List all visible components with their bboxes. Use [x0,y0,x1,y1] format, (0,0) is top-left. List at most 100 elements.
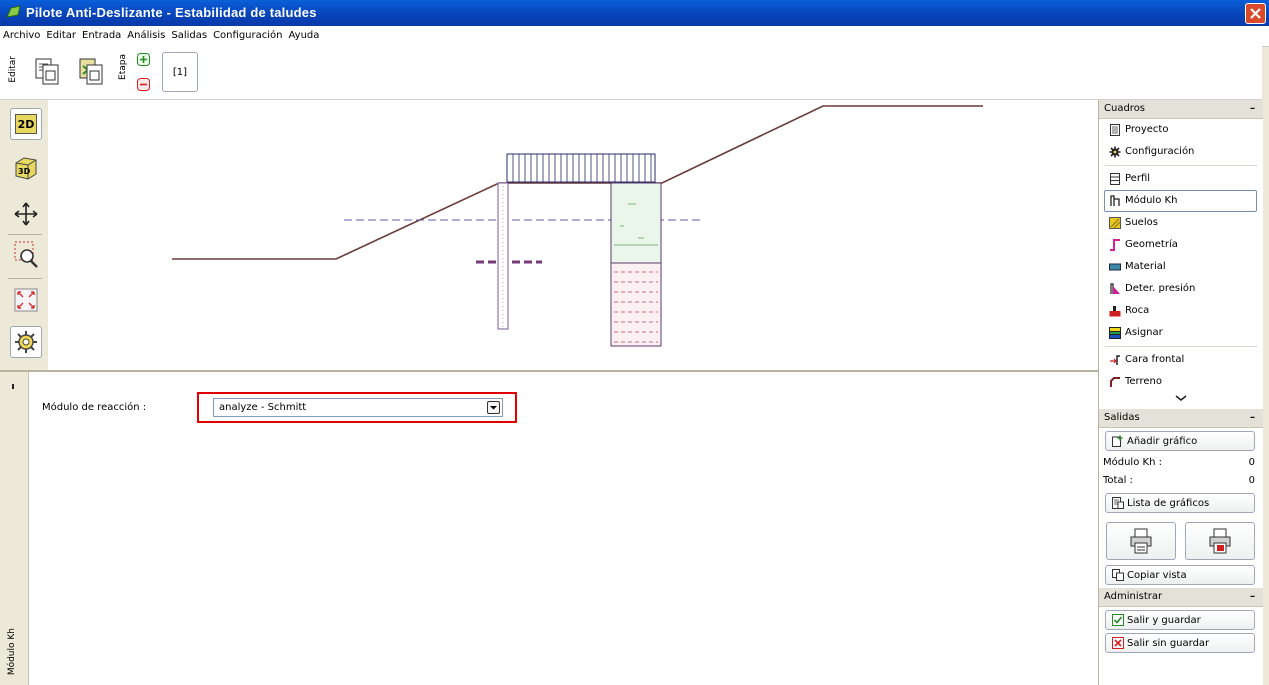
frame-geometria[interactable]: Geometría [1099,234,1263,256]
view-3d-button[interactable]: 3D [10,152,42,184]
print-button[interactable] [1106,522,1176,560]
frame-label: Material [1125,261,1166,272]
rock-icon [1109,306,1121,317]
copy-data-button[interactable] [34,56,60,86]
frame-deter-presion[interactable]: Deter. presión [1099,278,1263,300]
copy-view-button[interactable]: Copiar vista [1105,565,1255,585]
menu-archivo[interactable]: Archivo [0,26,43,41]
frame-label: Configuración [1125,146,1195,157]
profile-icon [1110,173,1120,185]
frame-label: Proyecto [1125,124,1169,135]
copy-view-icon [1112,569,1124,581]
reaction-modulus-select[interactable]: analyze - Schmitt [213,398,503,417]
add-graph-button[interactable]: Añadir gráfico [1105,431,1255,451]
kh-modulus-icon [1110,195,1120,206]
frame-label: Asignar [1125,327,1163,338]
exit-no-save-button[interactable]: Salir sin guardar [1105,633,1255,653]
cube-3d-icon: 3D [15,157,37,180]
output-row-value: 0 [1248,475,1255,486]
add-stage-button[interactable] [137,53,150,69]
salidas-header[interactable]: Salidas – [1099,409,1263,428]
settings-button[interactable] [10,326,42,358]
frame-asignar[interactable]: Asignar [1099,322,1263,344]
graph-list-icon [1112,497,1124,509]
menu-entrada[interactable]: Entrada [79,26,124,41]
menu-editar[interactable]: Editar [43,26,79,41]
pressure-icon [1110,283,1120,294]
frame-modulo-kh[interactable]: Módulo Kh [1104,190,1257,212]
output-row: Total : 0 [1099,472,1263,490]
menu-ayuda[interactable]: Ayuda [285,26,322,41]
view-3d-label: 3D [18,167,31,176]
copy-view-label: Copiar vista [1127,569,1187,581]
frame-suelos[interactable]: Suelos [1099,212,1263,234]
print-export-button[interactable] [1185,522,1255,560]
menu-analisis[interactable]: Análisis [124,26,168,41]
menu-configuracion[interactable]: Configuración [210,26,285,41]
paste-data-button[interactable] [78,56,104,86]
frame-cara-frontal[interactable]: Cara frontal [1099,349,1263,371]
stage-label: Etapa [118,54,128,80]
collapse-icon[interactable]: – [1250,409,1255,427]
minus-icon [137,78,150,91]
administrar-header[interactable]: Administrar – [1099,588,1263,607]
geometry-icon [1110,239,1120,251]
zoom-icon [14,241,38,268]
close-icon [1250,8,1261,19]
dropdown-button[interactable] [487,401,500,414]
fit-view-button[interactable] [10,284,42,316]
paste-icon [79,58,103,85]
material-icon [1109,263,1121,271]
frame-separator [1105,165,1257,166]
close-button[interactable] [1245,3,1266,24]
output-row-label: Módulo Kh : [1103,457,1162,468]
salidas-title: Salidas [1104,412,1140,423]
gear-icon [1109,146,1121,158]
frame-label: Perfil [1125,173,1151,184]
front-face-icon [1110,355,1120,365]
app-icon [6,5,21,18]
frame-configuracion[interactable]: Configuración [1099,141,1263,163]
add-graph-icon [1112,435,1123,447]
title-bar: Pilote Anti-Deslizante - Estabilidad de … [0,0,1269,26]
edit-label: Editar [8,56,18,83]
printer-export-icon [1209,528,1231,554]
view-2d-label: 2D [15,114,37,134]
menu-salidas[interactable]: Salidas [168,26,210,41]
graph-list-button[interactable]: Lista de gráficos [1105,493,1255,513]
frame-terreno[interactable]: Terreno [1099,371,1263,393]
right-panel: Cuadros – Proyecto Configuración Perfil M… [1098,100,1263,685]
copy-icon [35,58,59,85]
terrain-icon [1110,377,1120,387]
view-2d-button[interactable]: 2D [10,108,42,140]
frame-material[interactable]: Material [1099,256,1263,278]
frame-proyecto[interactable]: Proyecto [1099,119,1263,141]
graph-list-label: Lista de gráficos [1127,497,1210,509]
view-tools: 2D 3D [0,100,48,370]
frame-separator [1105,346,1257,347]
save-exit-label: Salir y guardar [1127,614,1201,626]
print-buttons [1099,516,1263,562]
add-graph-label: Añadir gráfico [1127,435,1198,447]
remove-stage-button[interactable] [137,78,150,94]
stage-tab-1[interactable]: [1] [162,52,198,92]
drawing-canvas[interactable] [48,100,1098,370]
frame-label: Terreno [1125,376,1162,387]
cross-icon [1112,637,1124,649]
document-icon [1110,124,1120,136]
fit-view-icon [14,288,38,312]
tool-separator [8,278,42,279]
toolbar: Editar Etapa [1] [0,46,1262,100]
collapse-icon[interactable]: – [1250,588,1255,606]
output-row-value: 0 [1248,457,1255,468]
cuadros-header[interactable]: Cuadros – [1099,100,1263,119]
frame-perfil[interactable]: Perfil [1099,168,1263,190]
pan-button[interactable] [10,198,42,230]
zoom-button[interactable] [10,238,42,270]
slope-model-drawing [172,105,983,347]
expand-frames-button[interactable] [1099,393,1263,409]
save-exit-button[interactable]: Salir y guardar [1105,610,1255,630]
frame-label: Geometría [1125,239,1178,250]
frame-roca[interactable]: Roca [1099,300,1263,322]
collapse-icon[interactable]: – [1250,100,1255,118]
